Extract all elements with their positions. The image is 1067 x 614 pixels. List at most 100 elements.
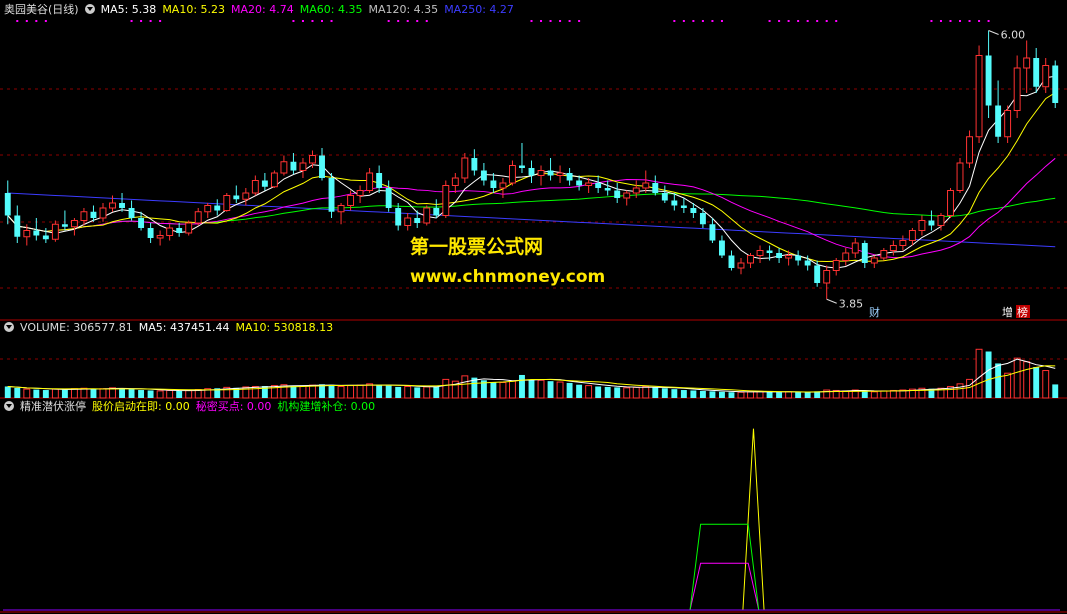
volume-bar: [842, 390, 850, 399]
dropdown-icon[interactable]: [4, 322, 14, 332]
volume-bar: [889, 389, 897, 399]
signal-dot: [797, 20, 800, 22]
volume-bar: [156, 390, 164, 399]
candle-body: [795, 255, 802, 261]
signal-dot: [720, 20, 723, 22]
candle-body: [280, 161, 288, 174]
candle-body: [385, 188, 392, 208]
volume-bar: [547, 381, 554, 398]
volume-bar: [766, 391, 773, 398]
candle-body: [490, 180, 497, 188]
candle-body: [128, 208, 135, 218]
volume-bar: [956, 383, 964, 399]
volume-bar: [166, 389, 174, 399]
candle-body: [471, 158, 478, 171]
candle-body: [499, 182, 507, 189]
indicator-line: [3, 428, 765, 611]
signal-dot: [35, 20, 38, 22]
volume-bar: [785, 391, 793, 399]
signal-dot: [16, 20, 19, 22]
candle-body: [42, 235, 49, 240]
dropdown-icon[interactable]: [4, 401, 14, 411]
candle-body: [119, 203, 125, 208]
candle-body: [880, 250, 888, 259]
candle-body: [823, 270, 831, 284]
watermark-url: www.chnmoney.com: [410, 267, 606, 287]
candle-body: [194, 211, 202, 224]
legend-item: 股价启动在即: 0.00: [92, 400, 190, 413]
volume-bar: [870, 391, 878, 399]
signal-dot: [673, 20, 676, 22]
indicator-line: [3, 562, 1060, 611]
candle-body: [14, 215, 21, 237]
candle-body: [233, 195, 240, 200]
candle-body: [1042, 65, 1050, 88]
signal-dot: [149, 20, 152, 22]
volume-bar: [42, 390, 49, 398]
volume-bar: [309, 384, 316, 399]
signal-dot: [568, 20, 571, 22]
signal-dot: [416, 20, 419, 22]
signal-dot: [930, 20, 933, 22]
candle-body: [899, 240, 907, 246]
candle-body: [61, 224, 68, 227]
candle-body: [33, 230, 40, 236]
candle-body: [337, 205, 345, 213]
candle-body: [928, 220, 935, 226]
volume-bar: [1013, 357, 1021, 399]
volume-bar: [395, 386, 402, 398]
legend-item: MA250: 4.27: [444, 3, 514, 16]
signal-dot: [311, 20, 314, 22]
volume-bar: [185, 389, 193, 399]
volume-bar: [1052, 384, 1059, 398]
candle-body: [528, 168, 535, 176]
candle-body: [690, 208, 697, 213]
candle-body: [176, 228, 183, 233]
candle-body: [509, 165, 516, 184]
signal-dot: [787, 20, 790, 22]
volume-legend: VOLUME: 306577.81 MA5: 437451.44 MA10: 530…: [4, 321, 345, 335]
signal-dot: [825, 20, 828, 22]
dropdown-icon[interactable]: [84, 4, 95, 14]
candle-body: [995, 105, 1002, 137]
candle-body: [147, 228, 154, 238]
signal-dot: [987, 20, 990, 22]
signal-dot: [397, 20, 400, 22]
candle-body: [861, 243, 868, 263]
signal-dots: [16, 20, 990, 22]
volume-bar: [461, 375, 469, 399]
candle-body: [889, 245, 897, 251]
candle-body: [985, 55, 992, 106]
candle-body: [309, 155, 316, 164]
signal-dot: [25, 20, 28, 22]
volume-bar: [356, 384, 364, 399]
volume-bar: [442, 378, 450, 399]
legend-item: VOLUME: 306577.81: [20, 321, 133, 334]
volume-bar: [337, 385, 345, 399]
volume-bar: [490, 382, 497, 398]
signal-dot: [130, 20, 133, 22]
indicator-legend: 精准潜伏涨停 股价启动在即: 0.00 秘密买点: 0.00 机构建增补仓: 0.00: [4, 400, 387, 414]
volume-bar: [376, 384, 383, 398]
signal-dot: [292, 20, 295, 22]
candle-body: [347, 195, 355, 206]
main-legend: 奥园美谷(日线) MA5: 5.38 MA10: 5.23 MA20: 4.74 MA6…: [4, 3, 526, 17]
signal-dot: [692, 20, 695, 22]
candle-body: [718, 240, 725, 256]
volume-bar: [604, 386, 611, 398]
signal-dot: [530, 20, 533, 22]
candle-body: [480, 170, 487, 181]
candle-body: [166, 227, 174, 236]
candle-body: [290, 161, 297, 171]
low-pointer: [826, 298, 837, 304]
high-label: 6.00: [1001, 29, 1026, 42]
volume-bar: [90, 389, 97, 398]
candle-body: [204, 205, 212, 213]
signal-dot: [44, 20, 47, 22]
legend-item: MA5: 5.38: [100, 3, 157, 16]
low-label: 3.85: [839, 297, 864, 310]
volume-bar: [642, 385, 650, 399]
chart-canvas: 6.00 3.85 财 增榜: [0, 20, 1067, 613]
candle-body: [1023, 57, 1031, 69]
candle-body: [547, 170, 554, 176]
